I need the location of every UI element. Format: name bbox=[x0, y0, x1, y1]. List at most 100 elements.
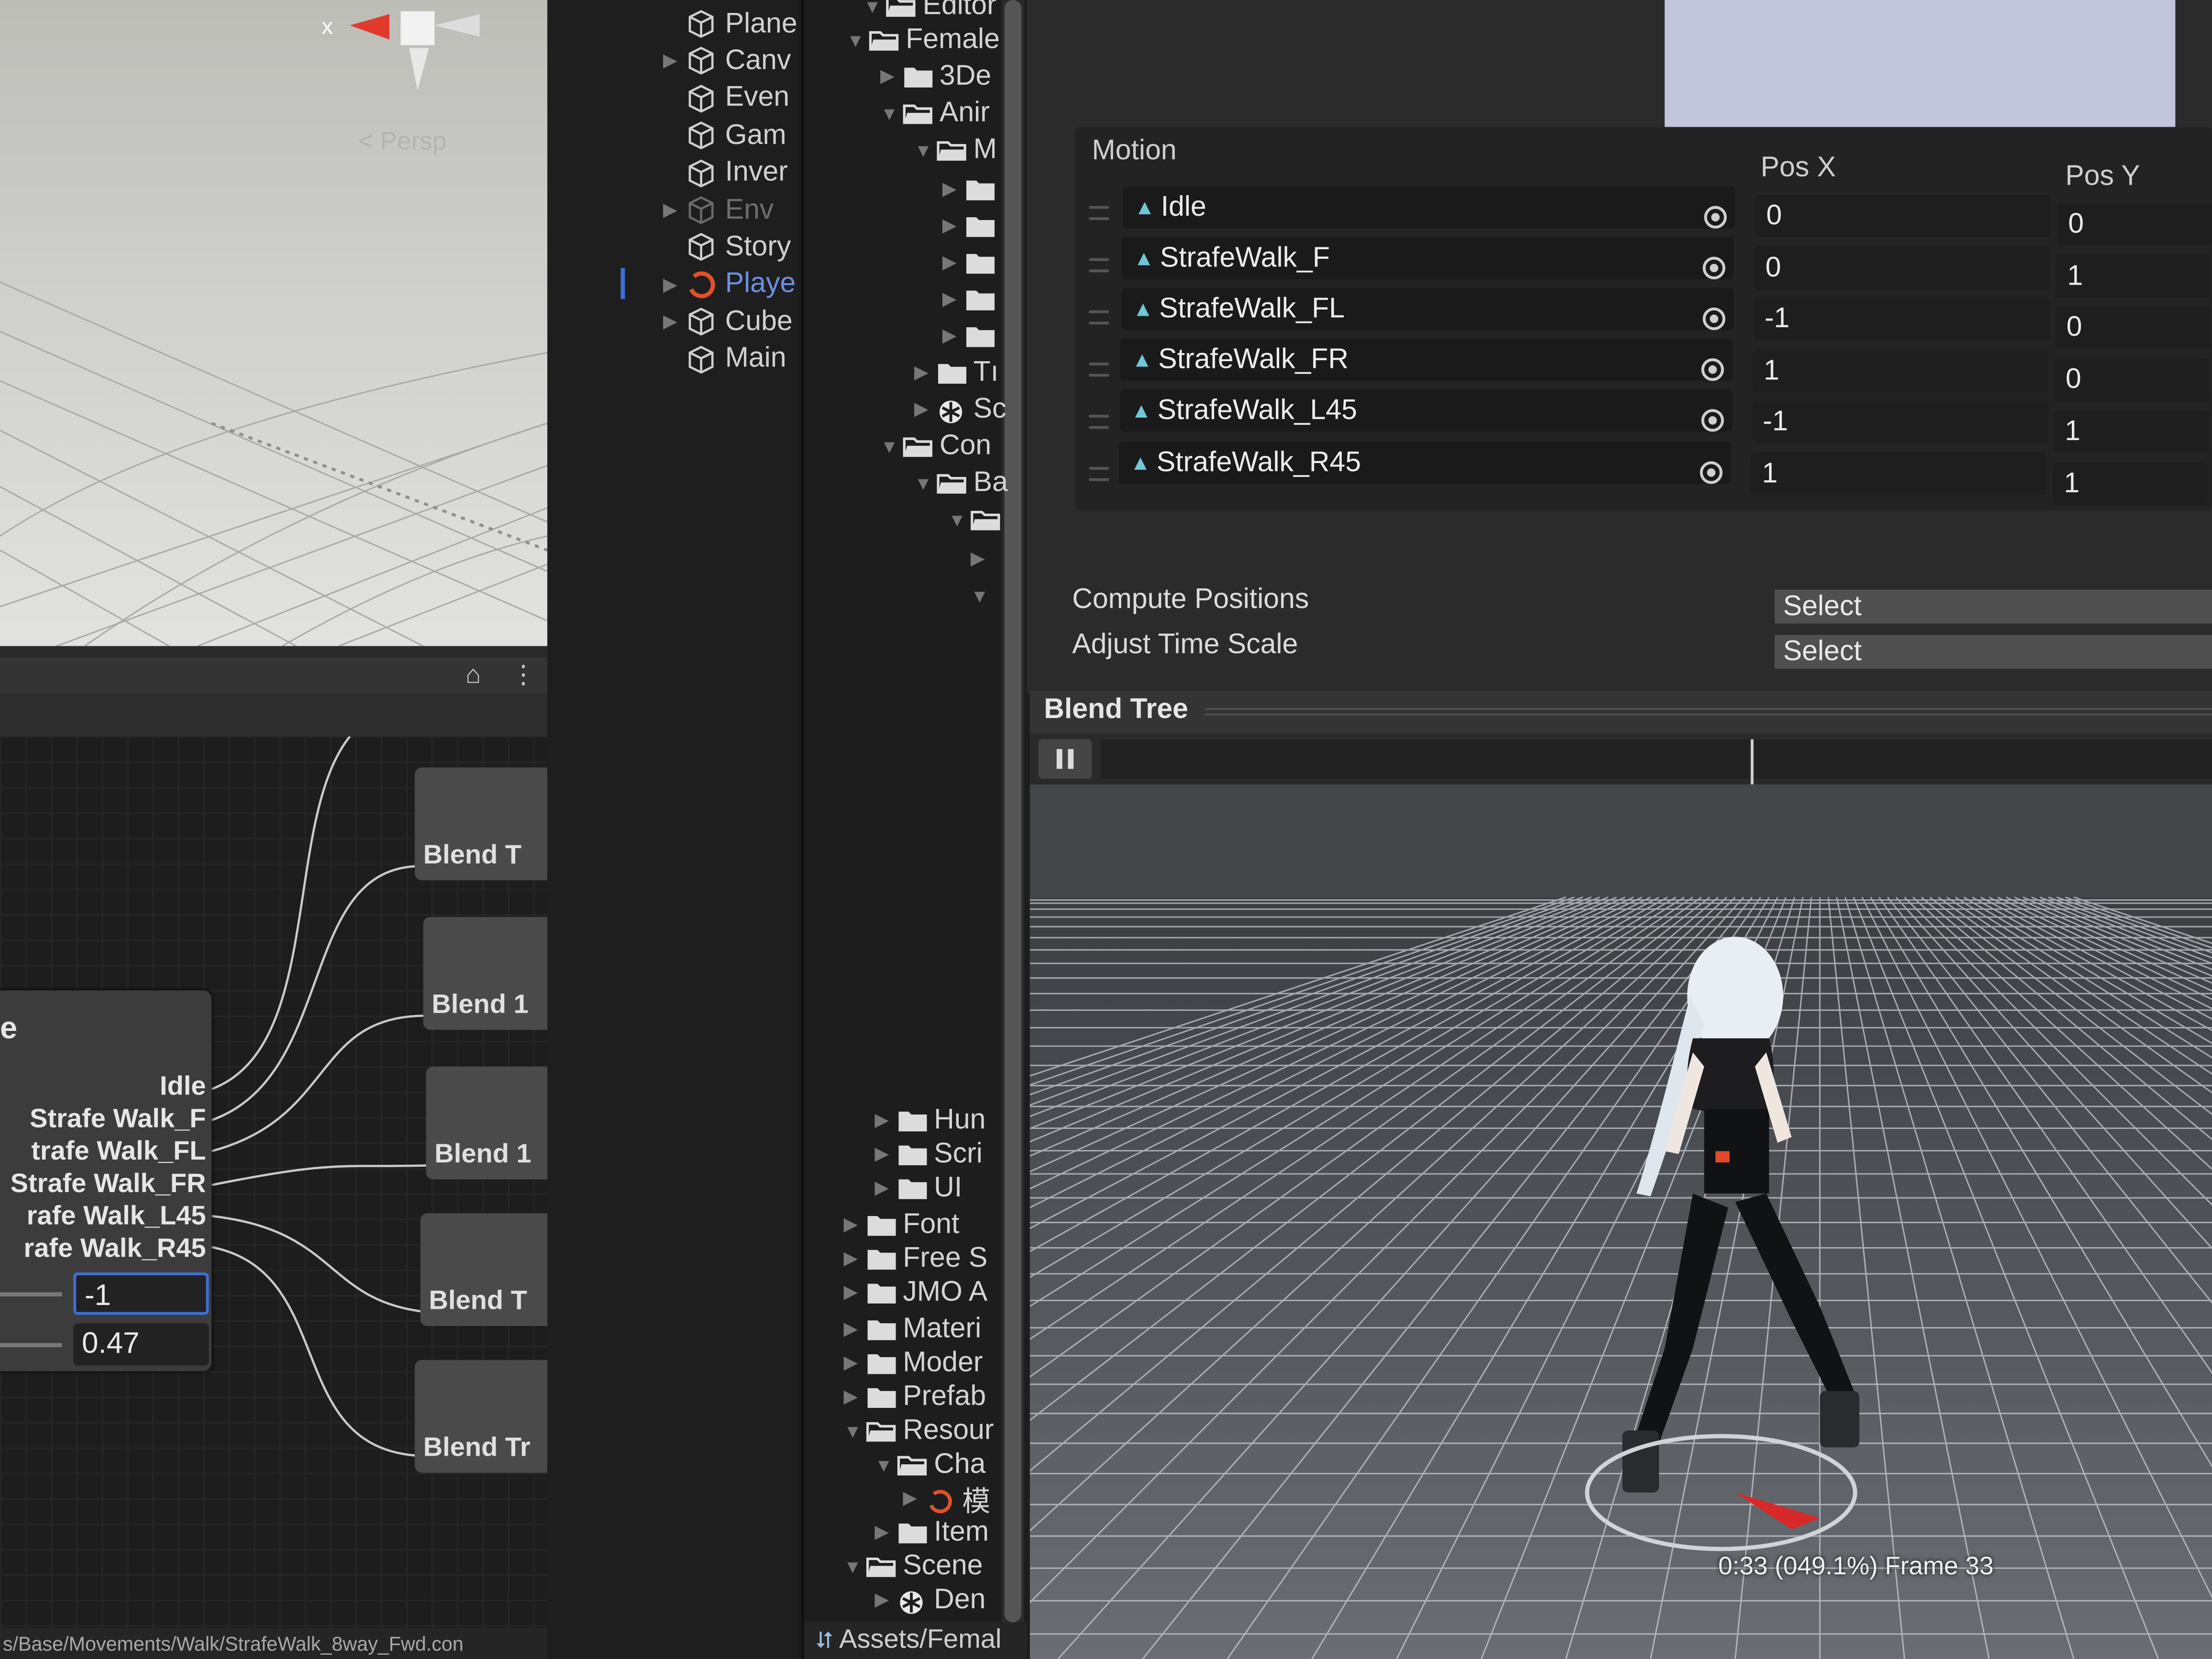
kebab-menu-icon[interactable]: ⋮ bbox=[511, 660, 536, 690]
expand-arrow-icon[interactable]: ▶ bbox=[844, 1247, 866, 1270]
expand-arrow-icon[interactable]: ▶ bbox=[844, 1317, 866, 1340]
child-blend-node-1[interactable]: Blend T bbox=[415, 767, 553, 881]
child-blend-node-3[interactable]: Blend 1 bbox=[426, 1066, 553, 1180]
row-drag-handle[interactable] bbox=[1089, 258, 1109, 273]
expand-arrow-icon[interactable]: ▶ bbox=[844, 1281, 866, 1304]
pos-y-field[interactable]: 1 bbox=[2056, 254, 2212, 298]
hierarchy-item[interactable]: Even bbox=[663, 80, 789, 117]
expand-arrow-icon[interactable]: ▶ bbox=[844, 1385, 866, 1408]
project-folder-item[interactable]: ▼ Anir bbox=[880, 96, 990, 130]
expand-arrow-icon[interactable]: ▶ bbox=[874, 1109, 897, 1131]
hierarchy-item[interactable]: Story bbox=[663, 229, 791, 266]
pos-x-field[interactable]: -1 bbox=[1753, 298, 2050, 340]
expand-arrow-icon[interactable]: ▶ bbox=[914, 398, 937, 420]
expand-arrow-icon[interactable]: ▶ bbox=[874, 1143, 897, 1165]
project-folder-item[interactable]: ▶ Scri bbox=[874, 1137, 982, 1171]
expand-arrow-icon[interactable]: ▶ bbox=[663, 199, 686, 221]
pos-x-field[interactable]: 1 bbox=[1752, 349, 2049, 392]
motion-clip-field[interactable] bbox=[1123, 186, 1736, 229]
expand-arrow-icon[interactable]: ▼ bbox=[880, 435, 903, 456]
row-drag-handle[interactable] bbox=[1089, 415, 1109, 429]
row-drag-handle[interactable] bbox=[1089, 467, 1109, 481]
hierarchy-item[interactable]: Inver bbox=[663, 155, 788, 191]
project-folder-item[interactable]: ▶ bbox=[942, 172, 1002, 206]
project-folder-item[interactable]: ▶ bbox=[942, 319, 1002, 353]
blend-tree-node[interactable]: e Idle Strafe Walk_F trafe Walk_FL Straf… bbox=[0, 990, 212, 1371]
expand-arrow-icon[interactable]: ▶ bbox=[880, 65, 903, 88]
project-folder-item[interactable]: ▶ Item bbox=[874, 1515, 989, 1549]
expand-arrow-icon[interactable]: ▼ bbox=[880, 102, 903, 123]
pos-y-field[interactable]: 0 bbox=[2055, 307, 2211, 349]
expand-arrow-icon[interactable]: ▶ bbox=[663, 274, 686, 296]
project-folder-item[interactable]: ▶ bbox=[942, 282, 1002, 316]
project-folder-item[interactable]: ▶ JMO A bbox=[844, 1275, 988, 1309]
animator-graph[interactable]: e Idle Strafe Walk_F trafe Walk_FL Straf… bbox=[0, 736, 553, 1628]
project-folder-item[interactable]: ▶ Den bbox=[874, 1583, 985, 1617]
lock-icon[interactable]: ⌂ bbox=[465, 660, 481, 690]
project-folder-item[interactable]: ▼ Ba bbox=[914, 465, 1008, 499]
param-y-field[interactable]: 0.47 bbox=[73, 1323, 209, 1366]
project-folder-item[interactable]: ▶ Free S bbox=[844, 1241, 988, 1275]
expand-arrow-icon[interactable]: ▶ bbox=[874, 1589, 897, 1611]
hierarchy-item[interactable]: ▶ Cube bbox=[663, 304, 793, 341]
pos-y-field[interactable]: 0 bbox=[2057, 203, 2212, 246]
project-folder-item[interactable]: ▼ Con bbox=[880, 429, 991, 463]
pause-button[interactable] bbox=[1038, 739, 1092, 779]
param-x-slider[interactable] bbox=[0, 1292, 62, 1297]
expand-arrow-icon[interactable]: ▶ bbox=[903, 1487, 925, 1509]
expand-arrow-icon[interactable]: ▼ bbox=[863, 0, 886, 16]
project-folder-item[interactable]: ▶ Tı bbox=[914, 355, 998, 389]
expand-arrow-icon[interactable]: ▼ bbox=[874, 1454, 897, 1475]
project-folder-item[interactable]: ▼ Editor bbox=[863, 0, 996, 22]
param-y-slider[interactable] bbox=[0, 1343, 62, 1348]
child-blend-node-4[interactable]: Blend T bbox=[420, 1213, 553, 1327]
hierarchy-item[interactable]: Main bbox=[663, 341, 786, 377]
blend-tree-header[interactable]: Blend Tree bbox=[1029, 691, 2212, 734]
expand-arrow-icon[interactable]: ▶ bbox=[971, 542, 993, 575]
expand-arrow-icon[interactable]: ▶ bbox=[942, 251, 965, 274]
project-folder-item[interactable]: ▶ Materi bbox=[844, 1312, 982, 1346]
hierarchy-item[interactable]: ▶ Canv bbox=[663, 43, 791, 80]
expand-arrow-icon[interactable]: ▼ bbox=[914, 472, 937, 493]
object-picker-icon[interactable] bbox=[1704, 206, 1727, 229]
expand-arrow-icon[interactable]: ▶ bbox=[844, 1351, 866, 1374]
expand-arrow-icon[interactable]: ▼ bbox=[846, 29, 869, 50]
pos-x-field[interactable]: 1 bbox=[1750, 452, 2047, 495]
expand-arrow-icon[interactable]: ▶ bbox=[663, 50, 686, 72]
project-folder-item[interactable]: ▶ 3De bbox=[880, 59, 991, 93]
expand-arrow-icon[interactable]: ▼ bbox=[914, 139, 937, 160]
compute-positions-dropdown[interactable]: Select bbox=[1774, 589, 2212, 624]
expand-arrow-icon[interactable]: ▶ bbox=[663, 310, 686, 333]
hierarchy-item[interactable]: ▶ Env bbox=[663, 192, 774, 229]
pos-x-field[interactable]: 0 bbox=[1754, 246, 2051, 289]
project-folder-item[interactable]: ▼ Resour bbox=[844, 1414, 994, 1448]
project-folder-item[interactable]: ▼ Female bbox=[846, 22, 1000, 56]
expand-arrow-icon[interactable]: ▶ bbox=[874, 1521, 897, 1543]
timeline-playhead[interactable] bbox=[1750, 739, 1754, 787]
blend-tree-preview[interactable] bbox=[1029, 784, 2212, 1659]
project-folder-item[interactable]: ▶ Sc bbox=[914, 392, 1006, 426]
project-folder-item[interactable]: ▶ bbox=[942, 245, 1002, 279]
pos-x-field[interactable]: -1 bbox=[1751, 401, 2048, 443]
project-folder-item[interactable]: ▶ bbox=[942, 209, 1002, 243]
project-folder-item[interactable]: ▶ Moder bbox=[844, 1346, 983, 1380]
project-folder-item[interactable]: ▶ Hun bbox=[874, 1103, 985, 1137]
expand-arrow-icon[interactable]: ▶ bbox=[942, 214, 965, 237]
preview-timeline[interactable] bbox=[1029, 733, 2212, 787]
expand-arrow-icon[interactable]: ▶ bbox=[942, 324, 965, 347]
project-folder-item[interactable]: ▶ Prefab bbox=[844, 1380, 986, 1414]
pos-y-field[interactable]: 1 bbox=[2053, 410, 2209, 453]
project-folder-item[interactable]: ▼ bbox=[948, 502, 1007, 536]
pos-y-field[interactable]: 0 bbox=[2054, 358, 2210, 401]
expand-arrow-icon[interactable]: ▶ bbox=[942, 288, 965, 310]
project-folder-item[interactable]: ▶ Font bbox=[844, 1207, 960, 1241]
expand-arrow-icon[interactable]: ▶ bbox=[942, 178, 965, 200]
project-folder-item[interactable]: ▼ M bbox=[914, 133, 997, 166]
expand-arrow-icon[interactable]: ▼ bbox=[844, 1555, 866, 1576]
expand-arrow-icon[interactable]: ▼ bbox=[844, 1420, 866, 1441]
row-drag-handle[interactable] bbox=[1089, 362, 1109, 377]
adjust-time-scale-dropdown[interactable]: Select bbox=[1774, 635, 2212, 669]
persp-label[interactable]: < Persp bbox=[358, 127, 446, 155]
project-scroll-thumb[interactable] bbox=[1004, 0, 1022, 1623]
param-x-field[interactable]: -1 bbox=[73, 1272, 209, 1315]
